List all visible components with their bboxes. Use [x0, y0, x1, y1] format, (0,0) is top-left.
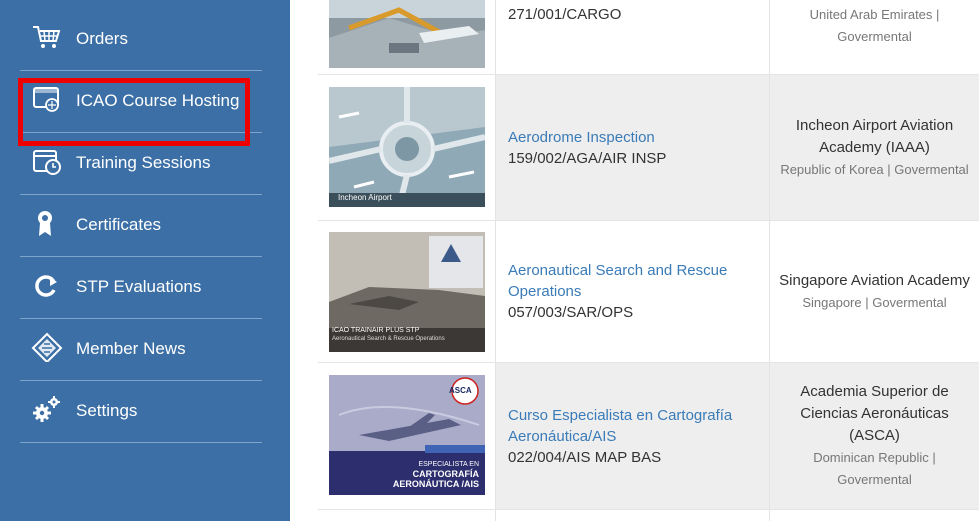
course-title-cell: 271/001/CARGO [496, 0, 770, 74]
course-code: 159/002/AGA/AIR INSP [508, 149, 667, 167]
table-row: ASCA ESPECIALISTA EN CARTOGRAFÍA AERONÁU… [318, 363, 979, 510]
sidebar-item-label: Certificates [76, 215, 162, 234]
course-title-cell [496, 510, 770, 521]
sidebar-item-member-news[interactable]: Member News [20, 318, 262, 381]
award-ribbon-icon [30, 208, 64, 238]
provider-name: Incheon Airport Aviation Academy (IAAA) [795, 116, 954, 156]
provider-meta: Republic of Korea | Govermental [780, 161, 969, 177]
sidebar-item-label: STP Evaluations [76, 277, 202, 296]
course-title-cell: Aerodrome Inspection 159/002/AGA/AIR INS… [496, 75, 770, 220]
provider-cell [770, 510, 979, 521]
sidebar-item-label: Training Sessions [76, 153, 211, 172]
thumbnail-caption: Incheon Airport [338, 193, 392, 202]
calendar-clock-icon [30, 146, 64, 176]
sidebar-item-settings[interactable]: Settings [20, 380, 262, 443]
course-list: 271/001/CARGO United Arab Emirates | Gov… [290, 0, 979, 521]
course-title-link[interactable]: Curso Especialista en Cartografía Aeroná… [508, 405, 761, 447]
course-title-cell: Curso Especialista en Cartografía Aeroná… [496, 363, 770, 509]
sidebar-item-stp-evaluations[interactable]: STP Evaluations [20, 256, 262, 319]
course-thumbnail[interactable] [329, 232, 485, 352]
table-row: Incheon Airport Aerodrome Inspection 159… [318, 75, 979, 221]
course-thumbnail-cell: ASCA ESPECIALISTA EN CARTOGRAFÍA AERONÁU… [318, 363, 496, 509]
provider-name: Academia Superior de Ciencias Aeronáutic… [800, 383, 949, 444]
provider-name: Singapore Aviation Academy [779, 271, 970, 289]
highlight-box [18, 78, 250, 146]
course-code: 271/001/CARGO [508, 6, 622, 23]
thumbnail-subcaption: CARTOGRAFÍA AERONÁUTICA /AIS [392, 469, 479, 489]
course-thumbnail-cell: ICAO TRAINAIR PLUS STP Aeronautical Sear… [318, 221, 496, 362]
table-row [318, 510, 979, 521]
provider-meta: Singapore | Govermental [802, 294, 947, 310]
table-row: ICAO TRAINAIR PLUS STP Aeronautical Sear… [318, 221, 979, 363]
provider-cell: Incheon Airport Aviation Academy (IAAA) … [770, 75, 979, 220]
course-title-link[interactable]: Aeronautical Search and Rescue Operation… [508, 260, 761, 302]
provider-meta: Dominican Republic | Govermental [813, 450, 936, 487]
sidebar-item-certificates[interactable]: Certificates [20, 194, 262, 257]
course-code: 057/003/SAR/OPS [508, 304, 634, 321]
provider-cell: United Arab Emirates | Govermental [770, 0, 979, 74]
provider-meta: United Arab Emirates | Govermental [809, 7, 940, 44]
thumbnail-subcaption: Aeronautical Search & Rescue Operations [332, 336, 445, 342]
course-thumbnail-cell: Incheon Airport [318, 75, 496, 220]
course-thumbnail-cell [318, 0, 496, 74]
course-title-link[interactable]: Aerodrome Inspection [508, 127, 761, 148]
provider-cell: Academia Superior de Ciencias Aeronáutic… [770, 363, 979, 509]
sidebar-item-label: Settings [76, 401, 138, 420]
sidebar-item-label: Orders [76, 29, 128, 48]
sidebar-item-orders[interactable]: Orders [20, 8, 262, 71]
table-row: 271/001/CARGO United Arab Emirates | Gov… [318, 0, 979, 75]
course-thumbnail[interactable] [329, 87, 485, 207]
course-thumbnail-cell [318, 510, 496, 521]
thumbnail-caption: ESPECIALISTA EN [418, 461, 479, 468]
provider-cell: Singapore Aviation Academy Singapore | G… [770, 221, 979, 362]
refresh-arrow-icon [30, 270, 64, 300]
course-code: 022/004/AIS MAP BAS [508, 448, 662, 466]
thumbnail-caption: ICAO TRAINAIR PLUS STP [332, 327, 420, 334]
course-thumbnail[interactable] [329, 0, 485, 68]
thumbnail-badge: ASCA [449, 386, 472, 395]
newspaper-icon [30, 332, 64, 362]
course-title-cell: Aeronautical Search and Rescue Operation… [496, 221, 770, 362]
sidebar: Orders ICAO Course Hosting Training Sess… [0, 0, 290, 521]
shopping-cart-icon [30, 22, 64, 52]
sidebar-item-label: Member News [76, 339, 186, 358]
gears-icon [30, 394, 64, 424]
